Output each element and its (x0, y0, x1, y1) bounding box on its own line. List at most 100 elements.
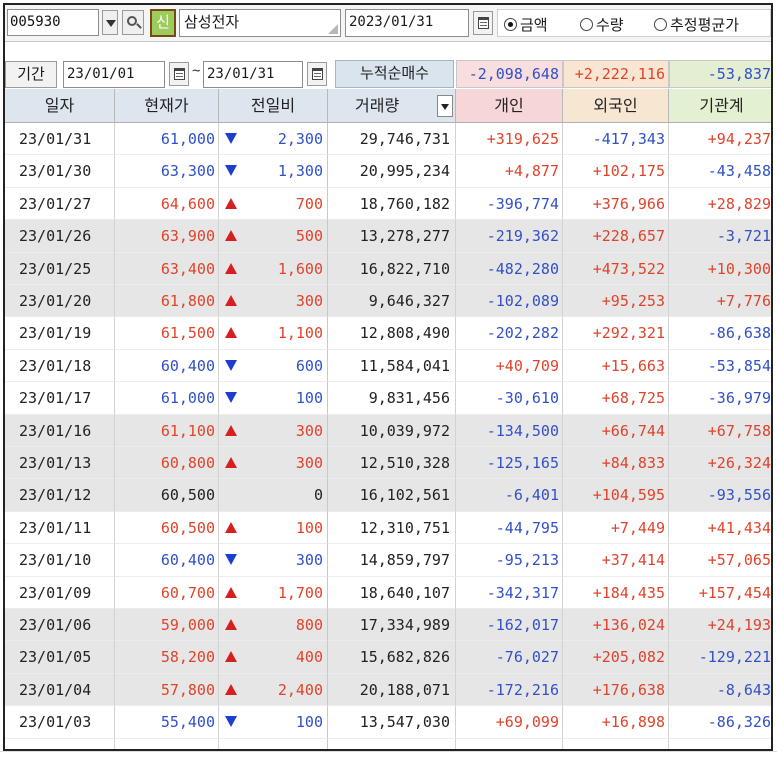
arrow-down-icon (225, 554, 237, 566)
arrow-up-icon (225, 683, 237, 695)
cell-individual: -6,401 (456, 479, 563, 512)
cell-volume: 10,031,448 (328, 738, 456, 749)
table-row[interactable]: 23/01/10 60,400 300 14,859,797 -95,213 +37,41… (5, 544, 771, 577)
investor-trading-window: 005930 신 삼성전자 2023/01/31 금액 수량 추정평균가 기간 … (3, 3, 773, 751)
table-row[interactable]: 23/01/05 58,200 400 15,682,826 -76,027 +205,0… (5, 641, 771, 674)
cell-individual: -396,774 (456, 187, 563, 221)
arrow-up-icon (225, 651, 237, 663)
stock-name-field[interactable]: 삼성전자 (179, 9, 341, 37)
cell-date: 23/01/26 (5, 220, 115, 253)
cell-institution: -53,854 (669, 350, 771, 383)
change-value: 600 (295, 356, 323, 375)
table-row[interactable]: 23/01/06 59,000 800 17,334,989 -162,017 +136,… (5, 609, 771, 642)
cell-date: 23/01/04 (5, 673, 115, 707)
volume-sort-button[interactable] (437, 95, 453, 117)
radio-unselected-icon (654, 18, 667, 31)
cell-date: 23/01/10 (5, 544, 115, 577)
cell-volume: 20,995,234 (328, 155, 456, 188)
cell-foreign: +136,024 (563, 609, 669, 642)
cell-individual: +69,099 (456, 706, 563, 739)
cell-individual: -102,089 (456, 285, 563, 318)
table-row[interactable]: 23/01/09 60,700 1,700 18,640,107 -342,317 +18… (5, 576, 771, 609)
cell-institution: -129,221 (669, 641, 771, 674)
table-row[interactable]: 23/01/13 60,800 300 12,510,328 -125,165 +84,8… (5, 447, 771, 480)
period-label: 기간 (5, 61, 57, 88)
table-row[interactable]: 23/01/30 63,300 1,300 20,995,234 +4,877 +102,… (5, 155, 771, 188)
table-row[interactable]: 23/01/19 61,500 1,100 12,808,490 -202,282 +29… (5, 317, 771, 350)
cell-foreign: +184,435 (563, 576, 669, 609)
header-volume[interactable]: 거래량 (328, 89, 456, 123)
change-value: 700 (295, 194, 323, 213)
header-change[interactable]: 전일비 (219, 89, 328, 123)
arrow-down-icon (225, 716, 237, 728)
cell-volume: 9,831,456 (328, 382, 456, 415)
cumulative-net-buy-label: 누적순매수 (335, 60, 454, 88)
cell-change: 300 (219, 414, 328, 447)
cell-institution: +28,829 (669, 188, 771, 221)
query-date-input[interactable]: 2023/01/31 (345, 9, 469, 37)
cell-change: 400 (219, 641, 328, 674)
change-value: 1,100 (277, 324, 323, 343)
cumulative-institution: -53,837 (669, 60, 771, 88)
cell-institution: +157,454 (669, 577, 771, 609)
header-price[interactable]: 현재가 (115, 89, 219, 123)
table-row[interactable]: 23/01/27 64,600 700 18,760,182 -396,774 +376,… (5, 187, 771, 221)
cell-foreign: +95,253 (563, 285, 669, 318)
table-row[interactable]: 23/01/26 63,900 500 13,278,277 -219,362 +228,… (5, 220, 771, 253)
new-listing-badge[interactable]: 신 (150, 9, 176, 37)
from-date-calendar-button[interactable] (169, 62, 189, 86)
stock-code-input[interactable]: 005930 (7, 9, 99, 36)
cell-individual: +40,709 (456, 349, 563, 383)
cell-institution: -3,721 (669, 220, 771, 253)
change-value: 800 (295, 616, 323, 634)
table-row[interactable]: 23/01/11 60,500 100 12,310,751 -44,795 +7,449… (5, 511, 771, 545)
period-to-input[interactable]: 23/01/31 (203, 61, 303, 88)
cell-change: 300 (219, 544, 328, 577)
header-date[interactable]: 일자 (5, 89, 115, 123)
cell-date: 23/01/11 (5, 511, 115, 545)
table-row[interactable]: 23/01/17 61,000 100 9,831,456 -30,610 +68,725… (5, 382, 771, 415)
cell-individual: +319,625 (456, 123, 563, 156)
header-institution[interactable]: 기관계 (669, 89, 771, 123)
table-row[interactable]: 23/01/20 61,800 300 9,646,327 -102,089 +95,25… (5, 285, 771, 318)
cell-price: 63,900 (115, 220, 219, 253)
table-row[interactable]: 23/01/25 63,400 1,600 16,822,710 -482,280 +47… (5, 252, 771, 285)
cell-price: 61,000 (115, 123, 219, 156)
cell-institution: +41,434 (669, 512, 771, 545)
cell-individual: +4,877 (456, 155, 563, 188)
table-row[interactable]: 23/01/04 57,800 2,400 20,188,071 -172,216 +17… (5, 673, 771, 707)
cell-price: 57,800 (115, 673, 219, 707)
table-row[interactable]: 23/01/12 60,500 0 16,102,561 -6,401 +104,595-… (5, 479, 771, 512)
cell-volume: 18,640,107 (328, 576, 456, 609)
header-foreign[interactable]: 외국인 (563, 89, 669, 123)
cell-individual: -202,282 (456, 317, 563, 350)
code-dropdown-button[interactable] (102, 10, 118, 35)
cell-institution: +7,776 (669, 285, 771, 318)
calendar-icon (312, 68, 323, 80)
cell-change: 1,700 (219, 576, 328, 609)
table-row[interactable]: 23/01/31 61,000 2,300 29,746,731 +319,625 -41… (5, 123, 771, 156)
header-individual[interactable]: 개인 (456, 89, 563, 123)
header-volume-label: 거래량 (355, 96, 400, 115)
to-date-calendar-button[interactable] (307, 62, 327, 86)
cell-change: 600 (219, 349, 328, 383)
cell-individual: -44,795 (456, 511, 563, 545)
table-row[interactable]: 23/01/03 55,400 100 13,547,030 +69,099 +16,89… (5, 706, 771, 739)
cell-date: 23/01/13 (5, 447, 115, 480)
cell-individual: -134,500 (456, 414, 563, 447)
arrow-up-icon (225, 424, 237, 436)
cell-volume: 29,746,731 (328, 123, 456, 156)
table-row[interactable]: 23/01/18 60,400 600 11,584,041 +40,709 +15,66… (5, 349, 771, 383)
arrow-up-icon (225, 230, 237, 242)
cell-date: 23/01/12 (5, 479, 115, 512)
calendar-icon (174, 68, 185, 80)
cell-volume: 16,102,561 (328, 479, 456, 512)
cumulative-individual: -2,098,648 (456, 60, 563, 88)
cell-price: 60,400 (115, 544, 219, 577)
table-row[interactable]: 23/01/0255,50020010,031,448+59,089-33,93… (5, 738, 771, 749)
table-row[interactable]: 23/01/16 61,100 300 10,039,972 -134,500 +66,7… (5, 414, 771, 447)
query-date-calendar-button[interactable] (473, 11, 493, 35)
period-from-input[interactable]: 23/01/01 (63, 61, 165, 88)
stock-search-button[interactable] (122, 10, 144, 35)
cumulative-foreign: +2,222,116 (563, 60, 669, 88)
